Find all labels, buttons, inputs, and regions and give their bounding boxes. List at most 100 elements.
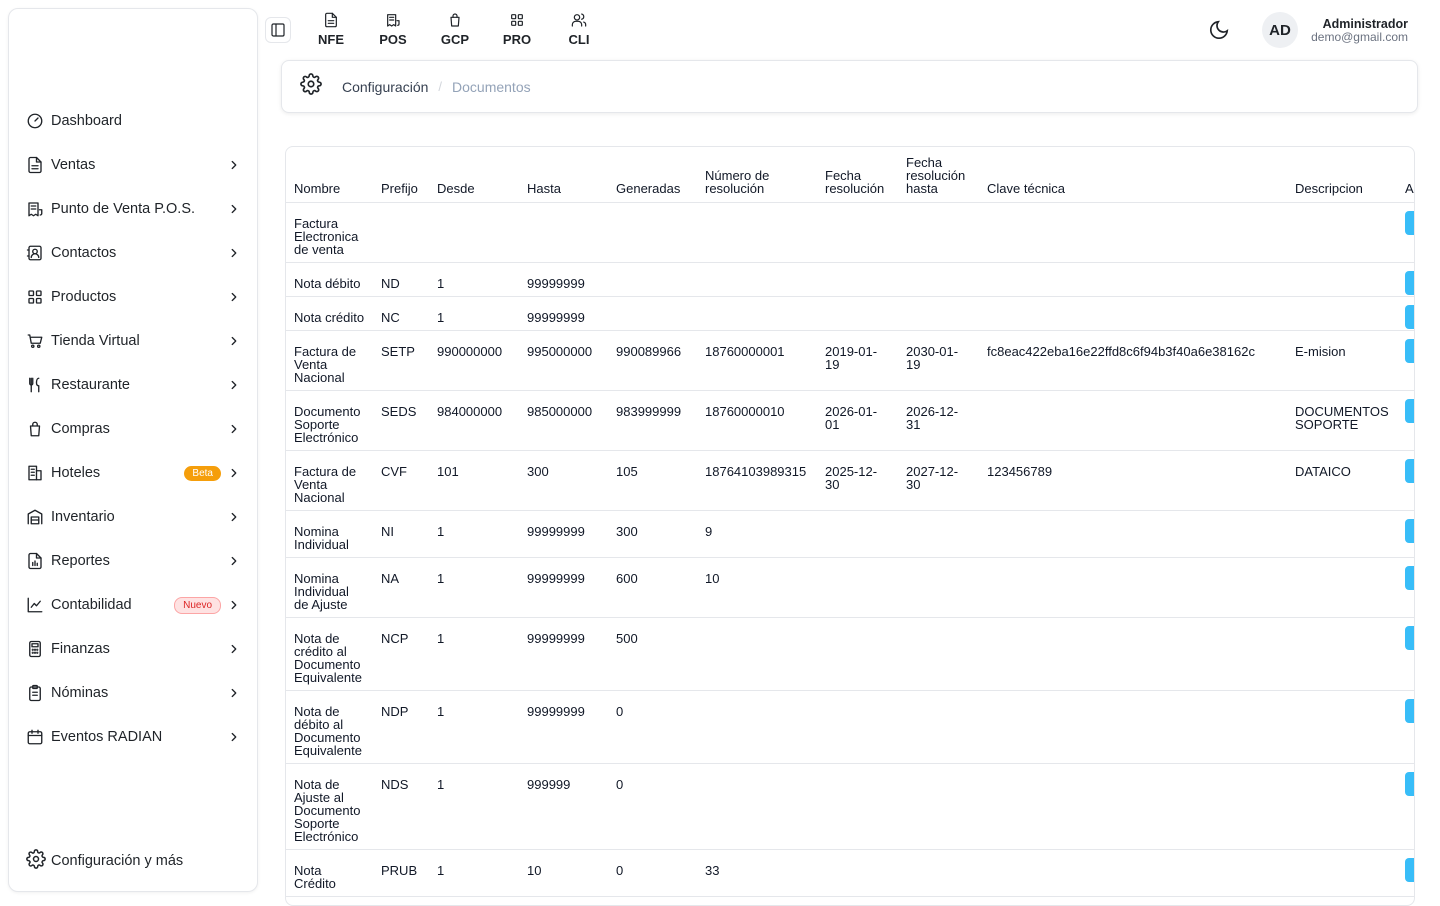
- sidebar-item-contabilidad[interactable]: ContabilidadNuevo: [9, 583, 257, 627]
- edit-button[interactable]: [1405, 211, 1415, 235]
- table-cell: 300: [519, 450, 608, 510]
- actions-cell: [1397, 202, 1415, 262]
- table-cell: [1287, 690, 1397, 763]
- table-cell: [697, 763, 817, 849]
- sidebar-item-reportes[interactable]: Reportes: [9, 539, 257, 583]
- module-tab-nfe[interactable]: NFE: [300, 12, 362, 47]
- sidebar-item-contactos[interactable]: Contactos: [9, 231, 257, 275]
- sidebar-item-label: Nóminas: [51, 685, 227, 701]
- sidebar-item-compras[interactable]: Compras: [9, 407, 257, 451]
- column-header[interactable]: Clave técnica: [979, 147, 1287, 202]
- edit-button[interactable]: [1405, 772, 1415, 796]
- table-row[interactable]: Nomina IndividualNI1999999993009: [286, 510, 1415, 557]
- table-cell: [979, 510, 1287, 557]
- table-cell: 2025-12-30: [817, 450, 898, 510]
- column-header[interactable]: Nombre: [286, 147, 373, 202]
- table-cell: 10: [519, 849, 608, 896]
- module-tab-pos[interactable]: POS: [362, 12, 424, 47]
- moon-icon: [1208, 19, 1230, 41]
- table-cell: Nota de crédito al Documento Equivalente: [286, 617, 373, 690]
- sidebar-item-hoteles[interactable]: HotelesBeta: [9, 451, 257, 495]
- calendar-icon: [26, 728, 44, 746]
- table-cell: [979, 690, 1287, 763]
- module-tab-label: POS: [379, 32, 406, 47]
- column-header[interactable]: Descripcion: [1287, 147, 1397, 202]
- chevron-right-icon: [227, 554, 241, 568]
- edit-button[interactable]: [1405, 699, 1415, 723]
- table-cell: 990089966: [608, 330, 697, 390]
- sidebar-item-ventas[interactable]: Ventas: [9, 143, 257, 187]
- edit-button[interactable]: [1405, 271, 1415, 295]
- table-row[interactable]: Nota créditoNC199999999: [286, 296, 1415, 330]
- column-header[interactable]: Generadas: [608, 147, 697, 202]
- edit-button[interactable]: [1405, 519, 1415, 543]
- column-header[interactable]: Ac: [1397, 147, 1415, 202]
- breadcrumb-configuracion-link[interactable]: Configuración: [342, 79, 428, 95]
- sidebar-item-nominas[interactable]: Nóminas: [9, 671, 257, 715]
- edit-button[interactable]: [1405, 305, 1415, 329]
- table-cell: [979, 557, 1287, 617]
- edit-button[interactable]: [1405, 858, 1415, 882]
- sidebar-item-inventario[interactable]: Inventario: [9, 495, 257, 539]
- document-icon: [323, 12, 339, 28]
- sidebar-item-punto-de-venta-p-o-s[interactable]: Punto de Venta P.O.S.: [9, 187, 257, 231]
- column-header[interactable]: Fecha resolución: [817, 147, 898, 202]
- table-cell: 2026-01-01: [817, 390, 898, 450]
- chevron-right-icon: [227, 730, 241, 744]
- table-cell: 10: [519, 896, 608, 906]
- table-row[interactable]: Factura de Venta NacionalSETP99000000099…: [286, 330, 1415, 390]
- table-cell: 1: [429, 763, 519, 849]
- user-info[interactable]: Administrador demo@gmail.com: [1311, 17, 1408, 44]
- column-header[interactable]: Fecha resolución hasta: [898, 147, 979, 202]
- table-row[interactable]: Nota dePRU2110034: [286, 896, 1415, 906]
- edit-button[interactable]: [1405, 626, 1415, 650]
- sidebar-item-configuracion[interactable]: Configuración y más: [9, 847, 257, 875]
- theme-toggle-button[interactable]: [1208, 19, 1230, 41]
- sidebar-item-restaurante[interactable]: Restaurante: [9, 363, 257, 407]
- module-tab-gcp[interactable]: GCP: [424, 12, 486, 47]
- table-cell: [519, 202, 608, 262]
- column-header[interactable]: Hasta: [519, 147, 608, 202]
- sidebar-item-finanzas[interactable]: Finanzas: [9, 627, 257, 671]
- table-row[interactable]: Nomina Individual de AjusteNA19999999960…: [286, 557, 1415, 617]
- sidebar-toggle-button[interactable]: [265, 17, 291, 43]
- status-badge: Nuevo: [174, 597, 221, 614]
- table-row[interactable]: Nota de Ajuste al Documento Soporte Elec…: [286, 763, 1415, 849]
- table-row[interactable]: Documento Soporte ElectrónicoSEDS9840000…: [286, 390, 1415, 450]
- table-row[interactable]: Nota de crédito al Documento Equivalente…: [286, 617, 1415, 690]
- sidebar-item-tienda-virtual[interactable]: Tienda Virtual: [9, 319, 257, 363]
- table-cell: 34: [697, 896, 817, 906]
- sidebar-item-label: Hoteles: [51, 465, 184, 481]
- gear-icon: [26, 849, 46, 874]
- table-cell: [1287, 296, 1397, 330]
- edit-button[interactable]: [1405, 459, 1415, 483]
- module-tab-cli[interactable]: CLI: [548, 12, 610, 47]
- edit-button[interactable]: [1405, 339, 1415, 363]
- avatar[interactable]: AD: [1262, 12, 1298, 48]
- table-row[interactable]: Nota de débito al Documento EquivalenteN…: [286, 690, 1415, 763]
- table-row[interactable]: Nota débitoND199999999: [286, 262, 1415, 296]
- table-row[interactable]: Factura Electronica de venta: [286, 202, 1415, 262]
- table-cell: [1287, 896, 1397, 906]
- table-cell: 999999: [519, 763, 608, 849]
- table-cell: 1: [429, 849, 519, 896]
- table-cell: 990000000: [429, 330, 519, 390]
- actions-cell: [1397, 690, 1415, 763]
- edit-button[interactable]: [1405, 399, 1415, 423]
- module-tab-pro[interactable]: PRO: [486, 12, 548, 47]
- table-cell: 984000000: [429, 390, 519, 450]
- sidebar-item-eventos-radian[interactable]: Eventos RADIAN: [9, 715, 257, 759]
- grid-icon: [26, 288, 44, 306]
- table-row[interactable]: Nota CréditoPRUB110033: [286, 849, 1415, 896]
- table-cell: [1287, 202, 1397, 262]
- table-cell: [429, 202, 519, 262]
- column-header[interactable]: Desde: [429, 147, 519, 202]
- column-header[interactable]: Número de resolución: [697, 147, 817, 202]
- table-row[interactable]: Factura de Venta NacionalCVF101300105187…: [286, 450, 1415, 510]
- sidebar-item-dashboard[interactable]: Dashboard: [9, 99, 257, 143]
- sidebar-item-productos[interactable]: Productos: [9, 275, 257, 319]
- table-cell: 1: [429, 557, 519, 617]
- edit-button[interactable]: [1405, 566, 1415, 590]
- column-header[interactable]: Prefijo: [373, 147, 429, 202]
- sidebar-item-label: Eventos RADIAN: [51, 729, 227, 745]
